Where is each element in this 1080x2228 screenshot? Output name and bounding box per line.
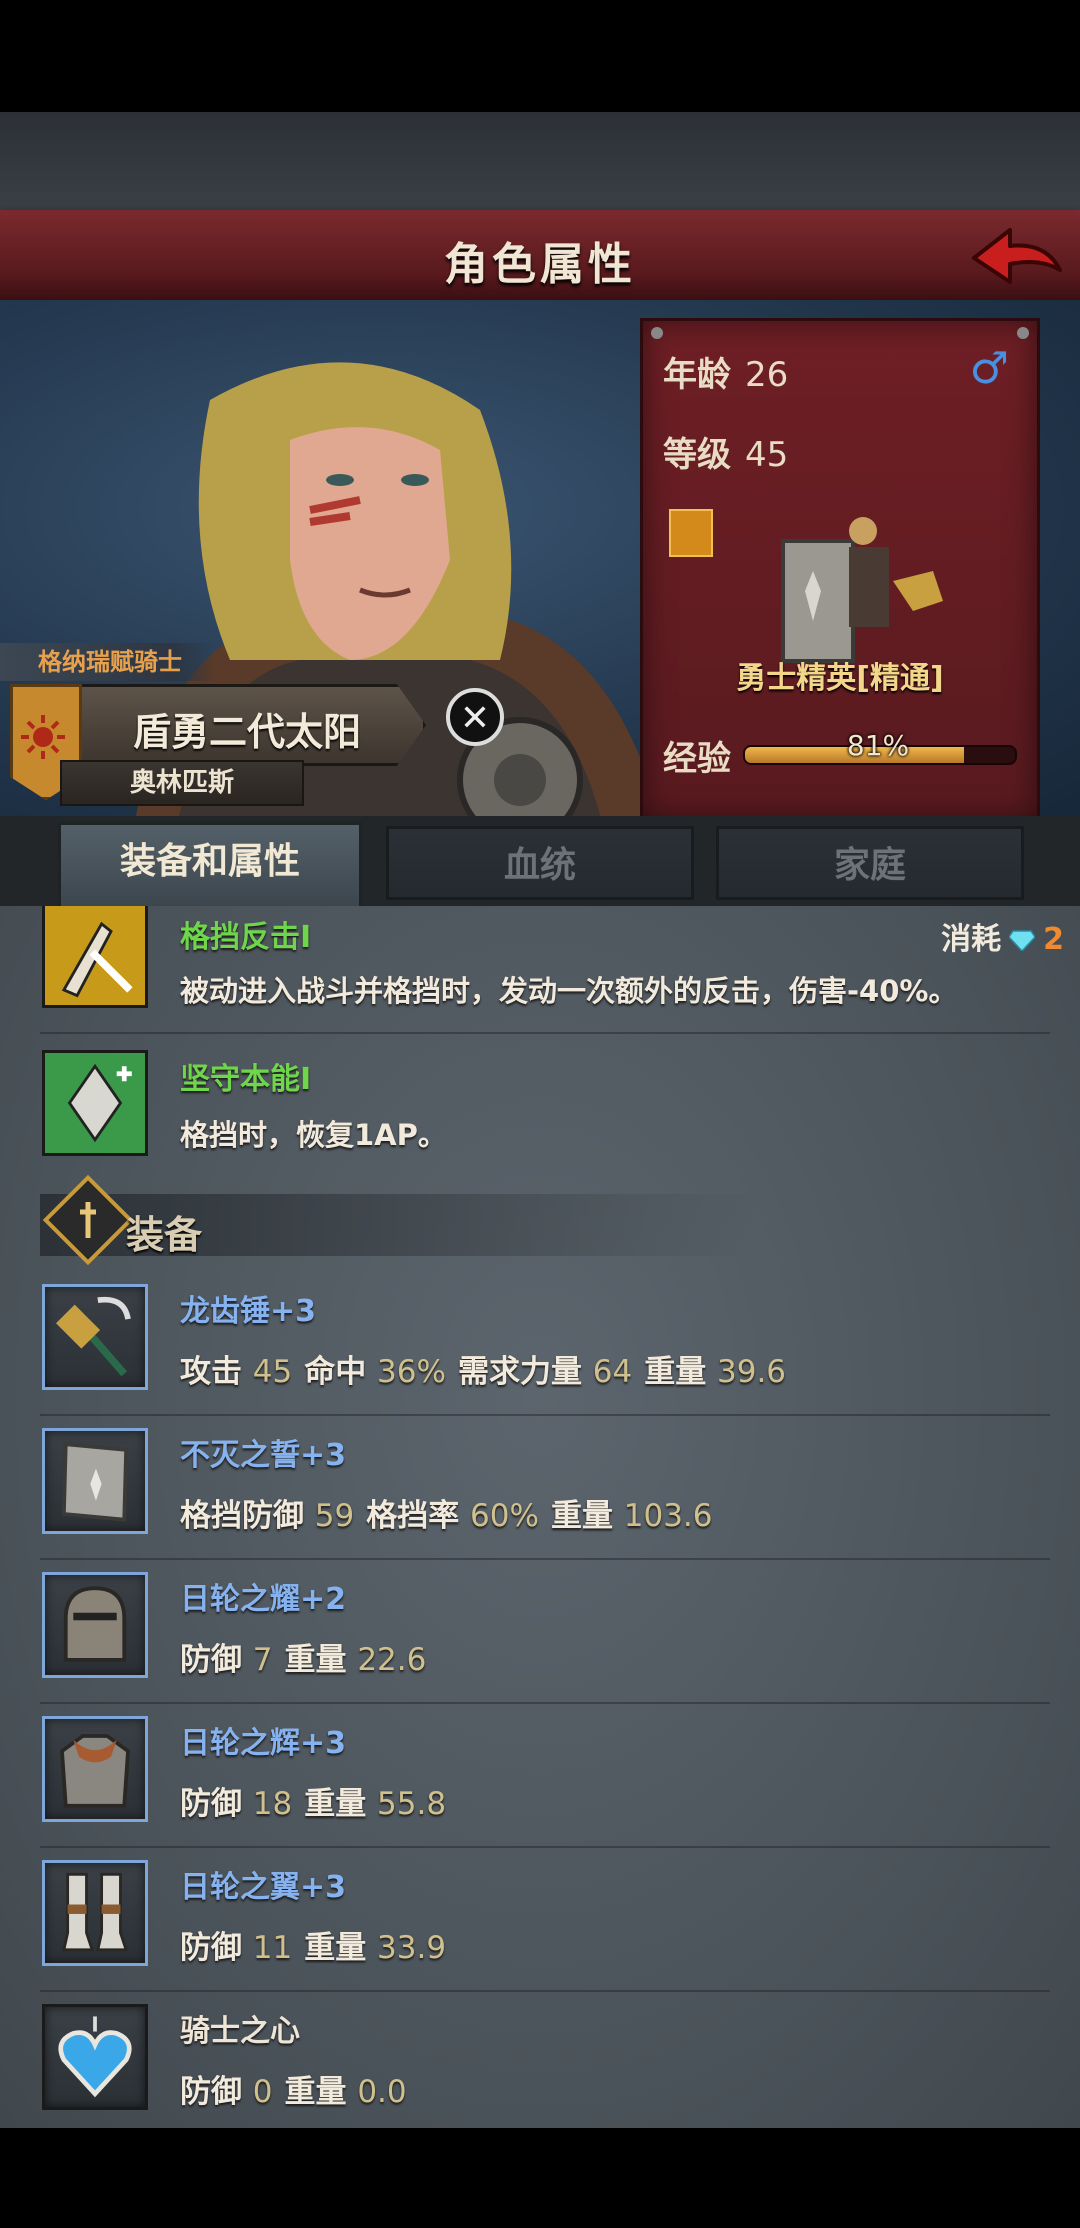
stat-label: 防御	[180, 1786, 242, 1822]
content-panel: 格挡反击I 消耗 2 被动进入战斗并格挡时，发动一次额外的反击，伤害-40%。 坚…	[0, 906, 1080, 2128]
equipment-row[interactable]: 日轮之翼+3 防御 11 重量 33.9	[0, 1848, 1080, 1992]
chainmail-armor-icon	[42, 1716, 148, 1822]
stat-value: 59	[314, 1498, 355, 1534]
stat-value: 64	[592, 1354, 633, 1390]
equipment-row[interactable]: 日轮之耀+2 防御 7 重量 22.6	[0, 1560, 1080, 1704]
male-gender-icon: ♂	[969, 343, 1009, 394]
skill-description: 被动进入战斗并格挡时，发动一次额外的反击，伤害-40%。	[180, 974, 958, 1008]
greaves-icon	[42, 1860, 148, 1966]
navigation-bar	[0, 2128, 1080, 2228]
skill-row[interactable]: 坚守本能I 格挡时，恢复1AP。	[0, 1034, 1080, 1172]
level-value: 45	[745, 435, 789, 475]
equipment-stats: 攻击 45 命中 36% 需求力量 64 重量 39.6	[180, 1346, 798, 1391]
stat-value: 11	[252, 1930, 293, 1966]
war-hammer-icon	[42, 1284, 148, 1390]
rivet	[651, 327, 663, 339]
title-bar: 角色属性	[0, 210, 1080, 304]
stat-label: 重量	[644, 1354, 707, 1390]
unit-figure-icon	[781, 517, 943, 663]
age-label: 年龄	[663, 355, 731, 395]
status-bar	[0, 0, 1080, 112]
level-label: 等级	[663, 435, 731, 475]
equipment-row[interactable]: 不灭之誓+3 格挡防御 59 格挡率 60% 重量 103.6	[0, 1416, 1080, 1560]
stat-value: 103.6	[623, 1498, 713, 1534]
stat-value: 22.6	[357, 1642, 427, 1678]
age-row: 年龄 26	[663, 347, 788, 396]
stat-label: 防御	[180, 2074, 242, 2110]
stat-label: 攻击	[180, 1354, 242, 1390]
skill-name: 格挡反击I	[180, 920, 312, 955]
equipment-name: 日轮之辉+3	[180, 1726, 347, 1761]
stat-label: 重量	[304, 1930, 367, 1966]
stat-label: 命中	[304, 1354, 367, 1390]
diamond-icon	[1009, 930, 1036, 951]
counter-attack-skill-icon	[42, 906, 148, 1008]
exp-percent: 81%	[846, 729, 910, 762]
cost-value: 2	[1043, 922, 1064, 957]
stat-value: 45	[252, 1354, 293, 1390]
equipment-name: 日轮之翼+3	[180, 1870, 347, 1905]
skill-name: 坚守本能I	[180, 1062, 312, 1097]
stat-value: 55.8	[377, 1786, 447, 1822]
stat-value: 36%	[377, 1354, 446, 1390]
equipment-name: 龙齿锤+3	[180, 1294, 317, 1329]
equipment-name: 日轮之耀+2	[180, 1582, 347, 1617]
stat-value: 7	[252, 1642, 273, 1678]
steadfast-instinct-skill-icon	[42, 1050, 148, 1156]
equipment-row[interactable]: 骑士之心 防御 0 重量 0.0	[0, 1992, 1080, 2128]
cost-label: 消耗	[941, 922, 1002, 957]
stat-value: 33.9	[377, 1930, 447, 1966]
equipment-section-title: 装备	[126, 1213, 203, 1257]
back-arrow-icon[interactable]	[966, 218, 1066, 296]
exp-label: 经验	[663, 739, 731, 779]
equipment-name: 不灭之誓+3	[180, 1438, 347, 1473]
level-row: 等级 45	[663, 427, 788, 476]
stat-value: 0	[252, 2074, 273, 2110]
equipment-row[interactable]: 龙齿锤+3 攻击 45 命中 36% 需求力量 64 重量 39.6	[0, 1272, 1080, 1416]
stat-value: 18	[252, 1786, 293, 1822]
tab-bloodline[interactable]: 血统	[386, 826, 694, 900]
skill-row[interactable]: 格挡反击I 消耗 2 被动进入战斗并格挡时，发动一次额外的反击，伤害-40%。	[0, 906, 1080, 1034]
stat-value: 60%	[470, 1498, 539, 1534]
stat-panel: 年龄 26 ♂ 等级 45 勇士精英[精通] 经验 81%	[640, 318, 1040, 822]
age-value: 26	[745, 355, 789, 395]
tab-equipment-attributes[interactable]: 装备和属性	[58, 822, 362, 906]
page-title: 角色属性	[444, 239, 636, 290]
dismiss-button[interactable]: ✕	[446, 688, 504, 746]
stat-label: 防御	[180, 1930, 242, 1966]
stat-label: 重量	[284, 1642, 347, 1678]
heart-pendant-icon	[42, 2004, 148, 2110]
equipment-row[interactable]: 日轮之辉+3 防御 18 重量 55.8	[0, 1704, 1080, 1848]
tower-shield-icon	[42, 1428, 148, 1534]
character-name: 盾勇二代太阳	[133, 710, 362, 754]
stat-label: 格挡防御	[180, 1498, 304, 1534]
header-band	[0, 112, 1080, 212]
rivet	[1017, 327, 1029, 339]
stat-value: 0.0	[357, 2074, 407, 2110]
helmet-icon	[42, 1572, 148, 1678]
equipment-stats: 防御 7 重量 22.6	[180, 1634, 438, 1679]
equipment-stats: 防御 18 重量 55.8	[180, 1778, 458, 1823]
location-label: 奥林匹斯	[60, 760, 304, 806]
faction-tag: 格纳瑞赋骑士	[0, 643, 215, 681]
stat-label: 重量	[304, 1786, 367, 1822]
equipment-stats: 防御 11 重量 33.9	[180, 1922, 458, 1967]
stat-label: 重量	[550, 1498, 613, 1534]
equipment-name: 骑士之心	[180, 2014, 300, 2049]
stat-label: 防御	[180, 1642, 242, 1678]
stat-value: 39.6	[717, 1354, 787, 1390]
equipment-stats: 格挡防御 59 格挡率 60% 重量 103.6	[180, 1490, 725, 1535]
stat-label: 需求力量	[457, 1354, 582, 1390]
equipment-stats: 防御 0 重量 0.0	[180, 2066, 419, 2111]
skill-cost: 消耗 2	[941, 914, 1064, 958]
stat-label: 格挡率	[366, 1498, 460, 1534]
name-plate: 盾勇二代太阳	[60, 684, 426, 766]
stat-label: 重量	[284, 2074, 347, 2110]
skill-description: 格挡时，恢复1AP。	[180, 1118, 447, 1152]
tab-family[interactable]: 家庭	[716, 826, 1024, 900]
class-name: 勇士精英[精通]	[736, 661, 944, 696]
class-rank-icon[interactable]	[669, 509, 713, 557]
